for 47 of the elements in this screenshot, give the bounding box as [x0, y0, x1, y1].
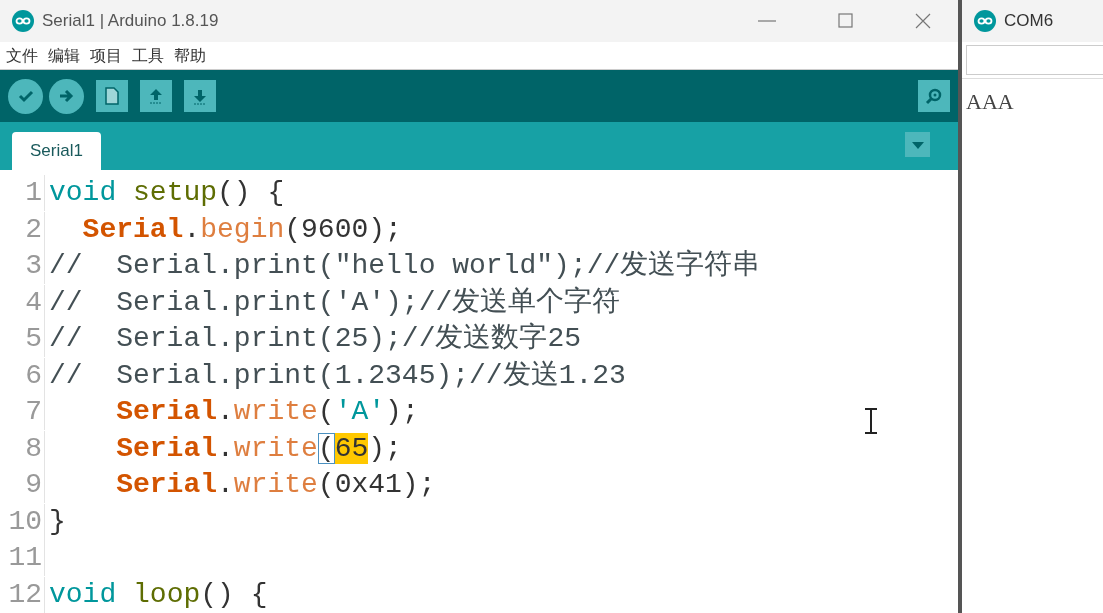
- editor-tab[interactable]: Serial1: [12, 132, 101, 170]
- line-number: 4: [0, 284, 45, 321]
- minimize-icon: [758, 20, 776, 22]
- serial-output: AAA: [962, 78, 1103, 613]
- tab-menu-button[interactable]: [905, 132, 930, 157]
- line-number: 3: [0, 248, 45, 285]
- code-line: // Serial.print("hello world");//发送字符串: [48, 248, 761, 284]
- line-number: 8: [0, 430, 45, 467]
- upload-button[interactable]: [49, 78, 84, 114]
- line-number: 1: [0, 175, 45, 212]
- code-line: // Serial.print(1.2345);//发送1.23: [48, 358, 626, 393]
- serial-monitor-button[interactable]: [918, 80, 950, 112]
- open-button[interactable]: [140, 80, 172, 112]
- send-input-field[interactable]: [966, 45, 1103, 75]
- line-number: 2: [0, 211, 45, 248]
- menu-item[interactable]: 编辑: [48, 43, 80, 68]
- menu-item[interactable]: 帮助: [174, 43, 206, 68]
- menu-item[interactable]: 项目: [90, 43, 122, 68]
- line-number: 12: [0, 576, 45, 613]
- window-title: COM6: [1004, 10, 1054, 33]
- close-icon: [914, 12, 932, 30]
- line-number: 10: [0, 503, 45, 540]
- maximize-icon: [836, 12, 854, 30]
- line-number: 6: [0, 357, 45, 394]
- text-cursor-icon: [864, 408, 878, 434]
- code-line: void setup() {: [48, 176, 285, 211]
- new-file-button[interactable]: [96, 80, 128, 112]
- code-line: Serial.begin(9600);: [81, 212, 402, 247]
- menu-item[interactable]: 文件: [6, 43, 38, 68]
- code-line: Serial.write(65);: [115, 431, 402, 466]
- caret-down-icon: [910, 139, 925, 150]
- code-line: Serial.write(0x41);: [115, 468, 436, 503]
- code-line: void loop() {: [48, 577, 268, 612]
- code-line: }: [48, 504, 66, 539]
- code-line: Serial.write('A');: [115, 395, 419, 430]
- window-title: Serial1 | Arduino 1.8.19: [42, 10, 220, 33]
- line-number: 7: [0, 394, 45, 431]
- menu-item[interactable]: 工具: [132, 43, 164, 68]
- line-number: 9: [0, 467, 45, 504]
- line-number: 11: [0, 540, 45, 577]
- app-logo-icon: [974, 10, 996, 32]
- app-logo-icon: [12, 10, 34, 32]
- save-button[interactable]: [184, 80, 216, 112]
- verify-button[interactable]: [8, 78, 43, 114]
- code-line: // Serial.print('A');//发送单个字符: [48, 285, 621, 320]
- code-line: // Serial.print(25);//发送数字25: [48, 321, 582, 357]
- line-number: 5: [0, 321, 45, 358]
